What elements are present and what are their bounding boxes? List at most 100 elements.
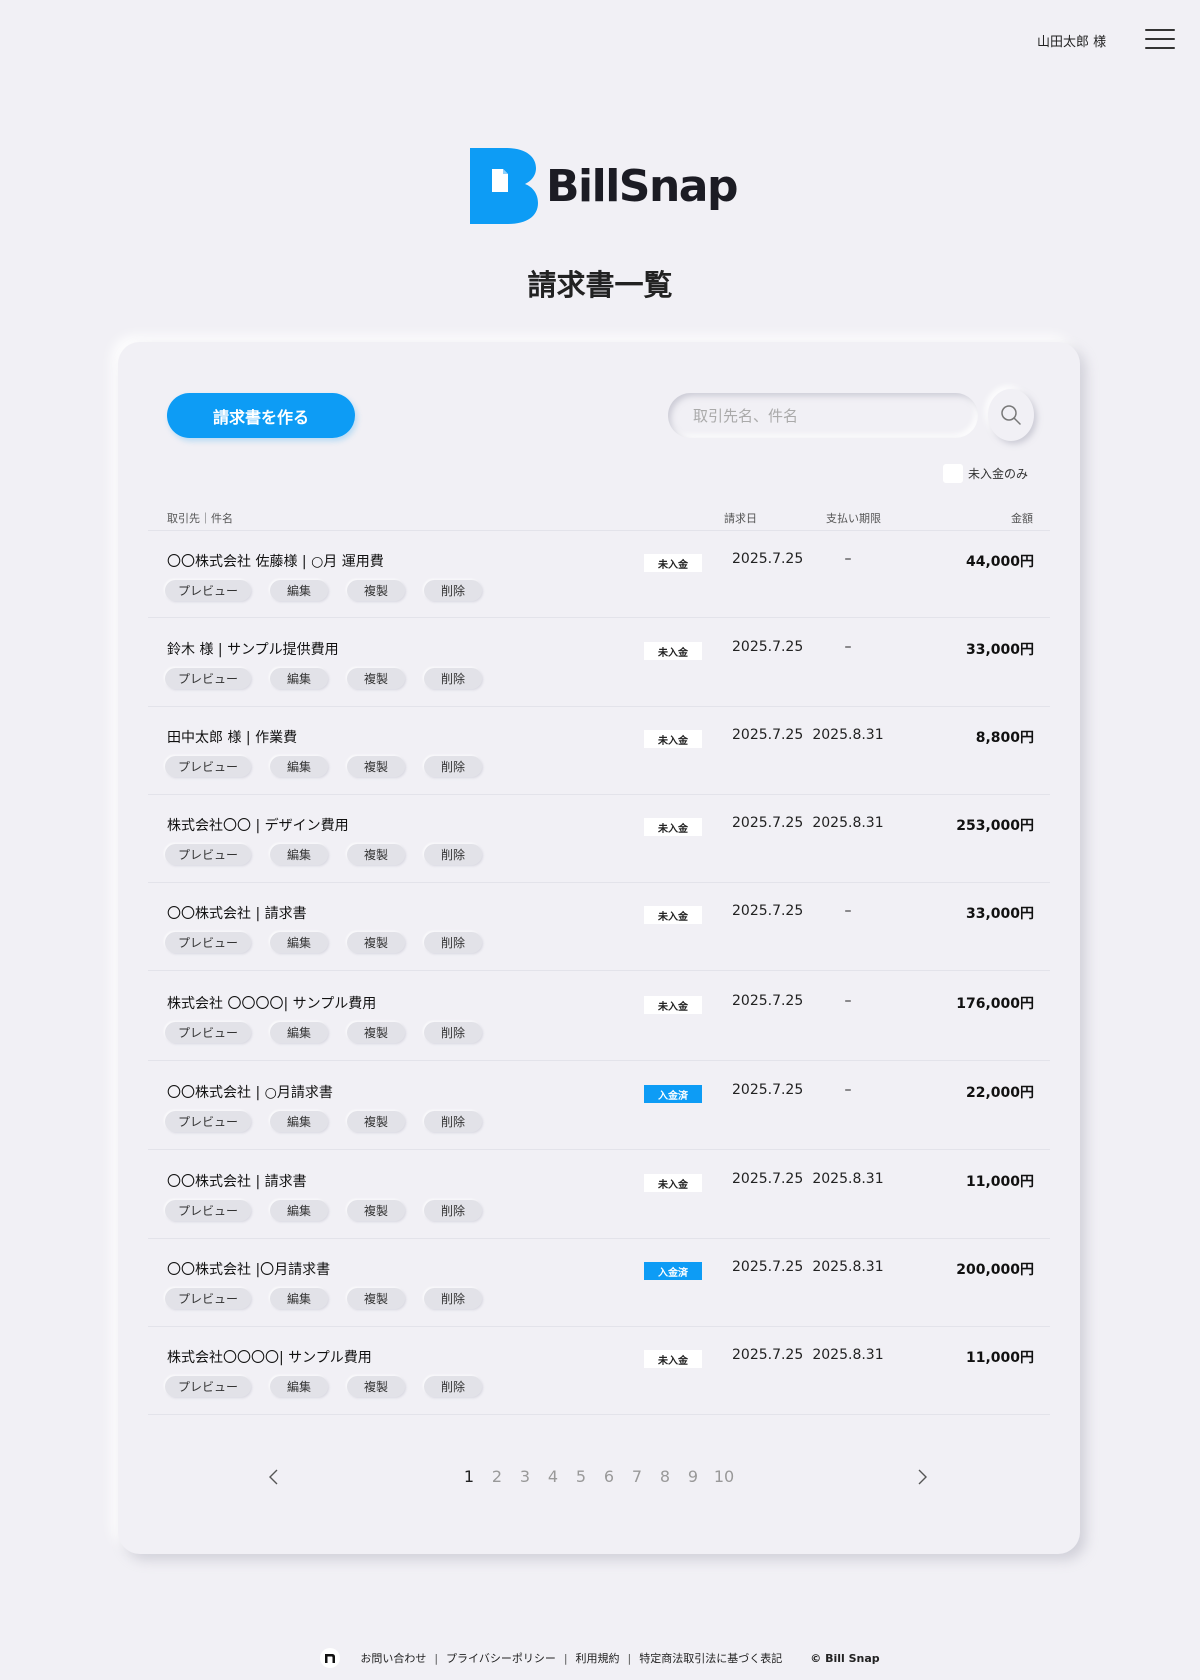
search-input[interactable]	[668, 393, 978, 438]
footer-link-legal[interactable]: 特定商法取引法に基づく表記	[639, 1650, 782, 1666]
duplicate-button[interactable]: 複製	[347, 1111, 405, 1132]
pagination-next-button[interactable]	[912, 1467, 932, 1487]
edit-button[interactable]: 編集	[270, 1288, 328, 1309]
preview-button[interactable]: プレビュー	[165, 1200, 251, 1221]
row-actions: プレビュー 編集 複製 削除	[165, 580, 501, 601]
invoice-title[interactable]: 〇〇株式会社 | ○月請求書	[167, 1082, 333, 1102]
row-actions: プレビュー 編集 複製 削除	[165, 1288, 501, 1309]
page-number[interactable]: 9	[679, 1467, 707, 1486]
preview-button[interactable]: プレビュー	[165, 932, 251, 953]
delete-button[interactable]: 削除	[424, 668, 482, 689]
delete-button[interactable]: 削除	[424, 580, 482, 601]
invoice-title[interactable]: 〇〇株式会社 |〇月請求書	[167, 1259, 330, 1279]
duplicate-button[interactable]: 複製	[347, 580, 405, 601]
duplicate-button[interactable]: 複製	[347, 1022, 405, 1043]
brand-logo: BillSnap	[470, 148, 738, 224]
row-actions: プレビュー 編集 複製 削除	[165, 756, 501, 777]
invoice-row[interactable]: 〇〇株式会社 | ○月請求書 プレビュー 編集 複製 削除 入金済 2025.7.25 – 22…	[148, 1062, 1050, 1150]
preview-button[interactable]: プレビュー	[165, 844, 251, 865]
preview-button[interactable]: プレビュー	[165, 1022, 251, 1043]
invoice-title[interactable]: 〇〇株式会社 | 請求書	[167, 903, 307, 923]
invoice-title[interactable]: 田中太郎 様 | 作業費	[167, 727, 297, 747]
invoice-title[interactable]: 株式会社〇〇 | デザイン費用	[167, 815, 349, 835]
page-number[interactable]: 1	[455, 1467, 483, 1486]
due-date: –	[844, 551, 852, 567]
footer-link-contact[interactable]: お問い合わせ	[360, 1650, 426, 1666]
invoice-row[interactable]: 田中太郎 様 | 作業費 プレビュー 編集 複製 削除 未入金 2025.7.25 2025.…	[148, 707, 1050, 795]
invoice-title[interactable]: 〇〇株式会社 佐藤様 | ○月 運用費	[167, 551, 384, 571]
delete-button[interactable]: 削除	[424, 932, 482, 953]
invoice-row[interactable]: 株式会社〇〇 | デザイン費用 プレビュー 編集 複製 削除 未入金 2025.7.25 20…	[148, 795, 1050, 883]
duplicate-button[interactable]: 複製	[347, 668, 405, 689]
note-logo-icon[interactable]	[320, 1648, 341, 1668]
delete-button[interactable]: 削除	[424, 1111, 482, 1132]
issue-date: 2025.7.25	[732, 1171, 804, 1187]
issue-date: 2025.7.25	[732, 1082, 804, 1098]
delete-button[interactable]: 削除	[424, 844, 482, 865]
delete-button[interactable]: 削除	[424, 1288, 482, 1309]
invoice-row[interactable]: 〇〇株式会社 佐藤様 | ○月 運用費 プレビュー 編集 複製 削除 未入金 2025.7.…	[148, 530, 1050, 618]
footer-link-privacy[interactable]: プライバシーポリシー	[446, 1650, 556, 1666]
row-actions: プレビュー 編集 複製 削除	[165, 844, 501, 865]
edit-button[interactable]: 編集	[270, 668, 328, 689]
duplicate-button[interactable]: 複製	[347, 1376, 405, 1397]
edit-button[interactable]: 編集	[270, 844, 328, 865]
page-number[interactable]: 8	[651, 1467, 679, 1486]
status-badge: 未入金	[644, 730, 702, 748]
page-number[interactable]: 4	[539, 1467, 567, 1486]
brand-name: BillSnap	[546, 160, 738, 212]
status-badge: 未入金	[644, 1174, 702, 1192]
edit-button[interactable]: 編集	[270, 1111, 328, 1132]
page-number[interactable]: 7	[623, 1467, 651, 1486]
header-due-date: 支払い期限	[826, 512, 881, 525]
page-number[interactable]: 3	[511, 1467, 539, 1486]
edit-button[interactable]: 編集	[270, 1022, 328, 1043]
footer-link-terms[interactable]: 利用規約	[576, 1650, 620, 1666]
invoice-title[interactable]: 株式会社〇〇〇〇| サンプル費用	[167, 1347, 372, 1367]
page-number[interactable]: 6	[595, 1467, 623, 1486]
duplicate-button[interactable]: 複製	[347, 1200, 405, 1221]
page-number[interactable]: 10	[707, 1467, 741, 1486]
delete-button[interactable]: 削除	[424, 1376, 482, 1397]
duplicate-button[interactable]: 複製	[347, 756, 405, 777]
preview-button[interactable]: プレビュー	[165, 1376, 251, 1397]
delete-button[interactable]: 削除	[424, 756, 482, 777]
preview-button[interactable]: プレビュー	[165, 1111, 251, 1132]
pagination-prev-button[interactable]	[264, 1467, 284, 1487]
amount: 22,000円	[965, 1085, 1034, 1101]
search-button[interactable]	[988, 389, 1034, 441]
edit-button[interactable]: 編集	[270, 932, 328, 953]
create-invoice-button[interactable]: 請求書を作る	[167, 393, 355, 438]
invoice-row[interactable]: 〇〇株式会社 |〇月請求書 プレビュー 編集 複製 削除 入金済 2025.7.25 2025…	[148, 1239, 1050, 1327]
duplicate-button[interactable]: 複製	[347, 932, 405, 953]
preview-button[interactable]: プレビュー	[165, 756, 251, 777]
invoice-row[interactable]: 鈴木 様 | サンプル提供費用 プレビュー 編集 複製 削除 未入金 2025.7.25 – 3…	[148, 619, 1050, 707]
invoice-title[interactable]: 株式会社 〇〇〇〇| サンプル費用	[167, 993, 376, 1013]
duplicate-button[interactable]: 複製	[347, 844, 405, 865]
page-number[interactable]: 5	[567, 1467, 595, 1486]
page-number[interactable]: 2	[483, 1467, 511, 1486]
edit-button[interactable]: 編集	[270, 1376, 328, 1397]
invoice-row[interactable]: 株式会社 〇〇〇〇| サンプル費用 プレビュー 編集 複製 削除 未入金 2025.7.25…	[148, 973, 1050, 1061]
preview-button[interactable]: プレビュー	[165, 1288, 251, 1309]
edit-button[interactable]: 編集	[270, 756, 328, 777]
due-date: 2025.8.31	[812, 1171, 884, 1187]
hamburger-menu-icon[interactable]	[1145, 29, 1175, 49]
invoice-title[interactable]: 鈴木 様 | サンプル提供費用	[167, 639, 339, 659]
delete-button[interactable]: 削除	[424, 1022, 482, 1043]
unpaid-only-checkbox[interactable]	[943, 464, 963, 483]
invoice-row[interactable]: 〇〇株式会社 | 請求書 プレビュー 編集 複製 削除 未入金 2025.7.25 – 33,0…	[148, 883, 1050, 971]
page-title: 請求書一覧	[527, 268, 673, 302]
invoice-title[interactable]: 〇〇株式会社 | 請求書	[167, 1171, 307, 1191]
issue-date: 2025.7.25	[732, 1259, 804, 1275]
edit-button[interactable]: 編集	[270, 580, 328, 601]
delete-button[interactable]: 削除	[424, 1200, 482, 1221]
invoice-row[interactable]: 株式会社〇〇〇〇| サンプル費用 プレビュー 編集 複製 削除 未入金 2025.7.25 2…	[148, 1327, 1050, 1415]
invoice-row[interactable]: 〇〇株式会社 | 請求書 プレビュー 編集 複製 削除 未入金 2025.7.25 2025.…	[148, 1151, 1050, 1239]
preview-button[interactable]: プレビュー	[165, 668, 251, 689]
due-date: –	[844, 903, 852, 919]
edit-button[interactable]: 編集	[270, 1200, 328, 1221]
row-actions: プレビュー 編集 複製 削除	[165, 1111, 501, 1132]
preview-button[interactable]: プレビュー	[165, 580, 251, 601]
duplicate-button[interactable]: 複製	[347, 1288, 405, 1309]
